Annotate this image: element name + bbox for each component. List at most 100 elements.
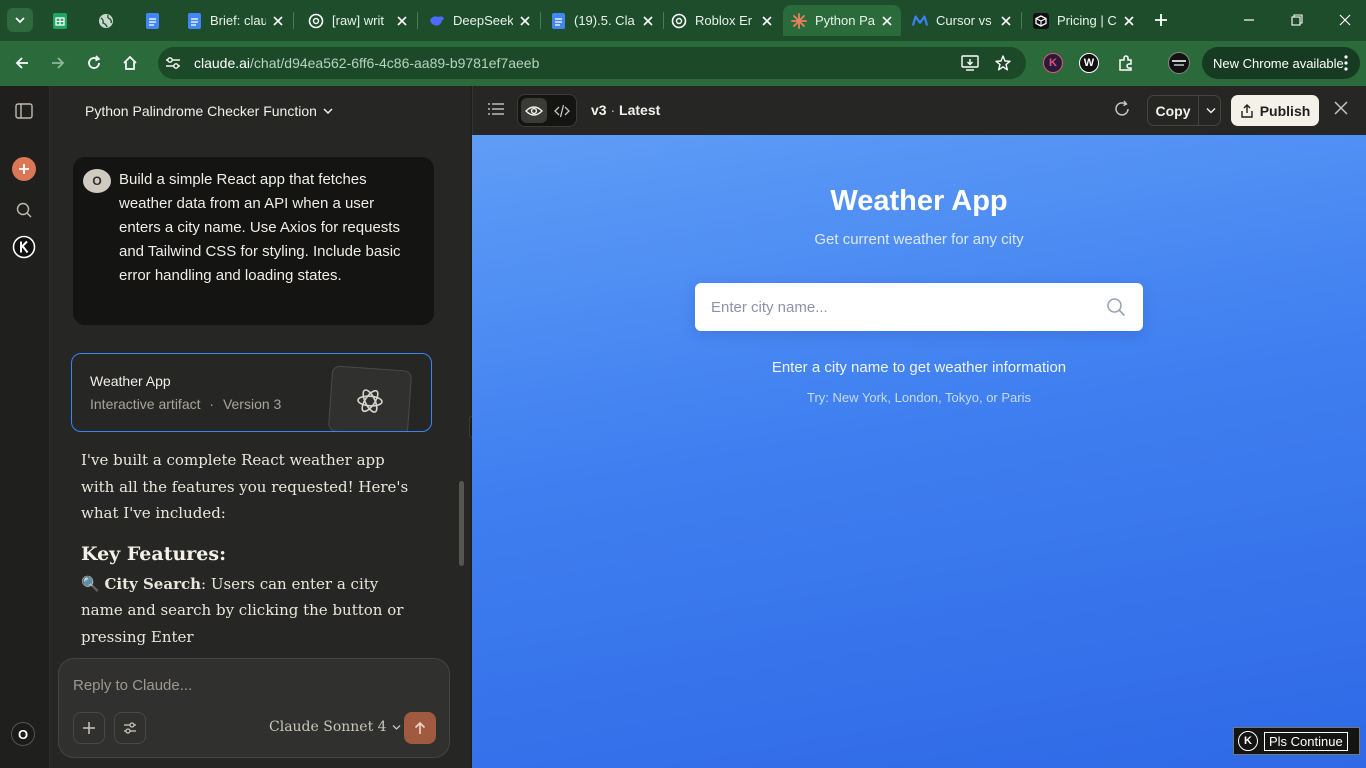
magnifier-emoji-icon: 🔍 bbox=[81, 574, 100, 593]
chat-title-button[interactable]: Python Palindrome Checker Function bbox=[85, 103, 333, 119]
left-rail: O bbox=[0, 86, 50, 768]
chats-button[interactable] bbox=[12, 198, 36, 222]
plus-icon bbox=[1155, 14, 1167, 26]
app-title: Weather App bbox=[830, 185, 1008, 217]
address-bar[interactable]: claude.ai/chat/d94ea562-6ff6-4c86-aa89-b… bbox=[158, 47, 1026, 79]
back-button[interactable] bbox=[10, 51, 34, 75]
copy-options-button[interactable] bbox=[1200, 96, 1221, 125]
reply-input[interactable]: Reply to Claude... bbox=[73, 677, 192, 694]
close-icon[interactable] bbox=[759, 13, 775, 29]
pls-continue-widget[interactable]: K Pls Continue bbox=[1233, 727, 1360, 755]
tab-separator bbox=[293, 12, 294, 29]
k-icon bbox=[12, 235, 36, 259]
code-icon bbox=[554, 104, 570, 117]
tab-globe[interactable] bbox=[90, 5, 124, 36]
w-extension-icon[interactable]: W bbox=[1079, 53, 1099, 73]
bookmark-star-icon[interactable] bbox=[993, 53, 1013, 73]
model-selector[interactable]: Claude Sonnet 4 bbox=[269, 719, 401, 735]
copy-button[interactable]: Copy bbox=[1148, 96, 1199, 125]
openai-icon bbox=[308, 13, 324, 29]
city-input[interactable] bbox=[695, 283, 1095, 331]
user-message-text: Build a simple React app that fetches we… bbox=[119, 171, 401, 284]
close-icon[interactable] bbox=[879, 13, 895, 29]
minimize-icon bbox=[1244, 19, 1254, 21]
publish-button[interactable]: Publish bbox=[1231, 95, 1319, 126]
artifact-header: v3 · Latest Copy Publish bbox=[472, 86, 1366, 135]
send-button[interactable] bbox=[404, 712, 436, 744]
sliders-icon bbox=[124, 722, 136, 734]
extensions-puzzle-icon[interactable] bbox=[1116, 53, 1136, 73]
refresh-button[interactable] bbox=[1113, 100, 1131, 118]
close-artifact-button[interactable] bbox=[1333, 100, 1349, 116]
deepseek-icon bbox=[429, 13, 445, 29]
user-avatar: O bbox=[83, 169, 111, 193]
tab-docs[interactable] bbox=[136, 5, 170, 36]
update-label: New Chrome available bbox=[1213, 55, 1344, 71]
preview-tab[interactable] bbox=[521, 98, 547, 123]
install-app-icon[interactable] bbox=[960, 53, 980, 73]
k-extension-icon[interactable]: K bbox=[1043, 53, 1063, 73]
tools-button[interactable] bbox=[114, 712, 146, 744]
app-subtitle: Get current weather for any city bbox=[814, 231, 1024, 248]
plus-icon bbox=[83, 722, 95, 734]
more-vert-icon[interactable] bbox=[1344, 55, 1348, 71]
tab-deepseek[interactable]: DeepSeek bbox=[421, 5, 539, 36]
tab-title: Python Pa bbox=[815, 13, 875, 28]
restore-button[interactable] bbox=[1285, 8, 1309, 32]
attach-button[interactable] bbox=[73, 712, 105, 744]
restore-icon bbox=[1291, 14, 1303, 26]
artifact-card[interactable]: Weather App Interactive artifact · Versi… bbox=[71, 353, 432, 432]
site-info-icon[interactable] bbox=[164, 54, 182, 72]
profile-avatar-icon[interactable] bbox=[1168, 52, 1190, 74]
close-icon[interactable] bbox=[394, 13, 410, 29]
chevron-down-icon bbox=[323, 108, 333, 115]
tab-cursor[interactable]: Cursor vs bbox=[904, 5, 1020, 36]
version-label: v3 · Latest bbox=[591, 102, 660, 118]
close-icon[interactable] bbox=[640, 13, 656, 29]
close-icon[interactable] bbox=[1121, 13, 1137, 29]
home-button[interactable] bbox=[118, 51, 142, 75]
reload-icon bbox=[88, 55, 101, 69]
m-icon bbox=[912, 13, 928, 29]
reload-button[interactable] bbox=[82, 51, 106, 75]
close-icon[interactable] bbox=[270, 13, 286, 29]
url-text[interactable]: claude.ai/chat/d94ea562-6ff6-4c86-aa89-b… bbox=[194, 55, 539, 71]
search-icon bbox=[1107, 298, 1126, 317]
artifact-thumbnail bbox=[327, 365, 413, 431]
docs-icon bbox=[186, 12, 202, 29]
close-icon bbox=[1339, 14, 1351, 26]
version-number: v3 bbox=[591, 102, 607, 118]
close-icon[interactable] bbox=[517, 13, 533, 29]
response-intro: I've built a complete React weather app … bbox=[81, 451, 409, 522]
tab-roblox[interactable]: Roblox Er bbox=[663, 5, 781, 36]
close-window-button[interactable] bbox=[1333, 8, 1357, 32]
sheets-icon bbox=[52, 12, 68, 29]
tab-cla-doc[interactable]: (19).5. Cla bbox=[542, 5, 662, 36]
reply-composer[interactable]: Reply to Claude... Claude Sonnet 4 bbox=[58, 658, 450, 758]
k-extension-rail-button[interactable] bbox=[12, 235, 36, 259]
share-upload-icon bbox=[1241, 103, 1253, 118]
artifact-title: Weather App bbox=[90, 373, 171, 389]
code-tab[interactable] bbox=[549, 98, 575, 123]
search-button[interactable] bbox=[1106, 297, 1126, 317]
features-heading: Key Features: bbox=[81, 542, 227, 565]
forward-button[interactable] bbox=[46, 51, 70, 75]
arrow-left-icon bbox=[15, 57, 28, 69]
new-chat-button[interactable] bbox=[12, 157, 36, 181]
close-icon[interactable] bbox=[998, 13, 1014, 29]
tab-brief[interactable]: Brief: clau bbox=[178, 5, 292, 36]
tab-sheets[interactable] bbox=[44, 5, 78, 36]
tab-python-palindrome[interactable]: Python Pa bbox=[783, 5, 901, 36]
sidebar-toggle-button[interactable] bbox=[12, 99, 36, 123]
url-path: /chat/d94ea562-6ff6-4c86-aa89-b9781ef7ae… bbox=[250, 55, 540, 71]
tab-raw-writ[interactable]: [raw] writ bbox=[300, 5, 416, 36]
tab-pricing[interactable]: Pricing | C bbox=[1025, 5, 1143, 36]
tab-search-button[interactable] bbox=[7, 8, 33, 32]
user-avatar[interactable]: O bbox=[11, 722, 35, 746]
artifact-list-button[interactable] bbox=[487, 100, 505, 118]
chrome-update-button[interactable]: New Chrome available bbox=[1202, 47, 1360, 79]
chat-scrollbar[interactable] bbox=[459, 481, 464, 566]
pls-continue-button[interactable]: Pls Continue bbox=[1264, 731, 1348, 751]
minimize-button[interactable] bbox=[1237, 8, 1261, 32]
new-tab-button[interactable] bbox=[1150, 9, 1172, 31]
